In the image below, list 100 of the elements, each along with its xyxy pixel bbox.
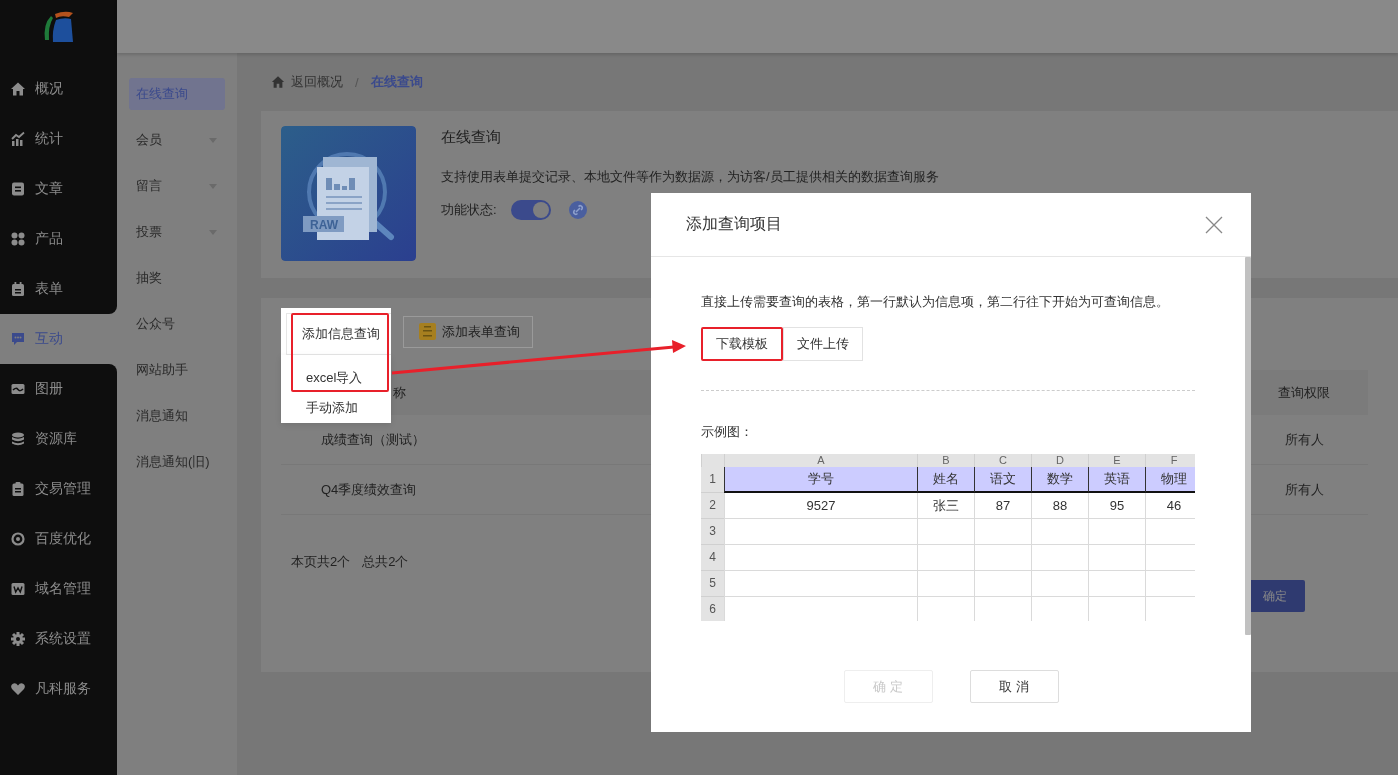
home-icon (271, 75, 285, 89)
sheet-cell (1031, 545, 1088, 571)
sidebar-item[interactable]: 产品 (0, 214, 117, 264)
row-number: 5 (701, 571, 724, 597)
dialog-title: 添加查询项目 (686, 214, 782, 234)
menu-item[interactable]: excel导入 (281, 363, 391, 393)
clipboard-icon (10, 481, 26, 497)
column-letter: E (1088, 454, 1145, 467)
sheet-cell (974, 519, 1031, 545)
subnav-item[interactable]: 会员 (129, 124, 225, 156)
count-text: 本页共2个 (291, 553, 351, 571)
settings-icon (10, 631, 26, 647)
sheet-cell (917, 571, 974, 597)
subnav-item[interactable]: 抽奖 (129, 262, 225, 294)
sheet-cell (1145, 519, 1195, 545)
heart-icon (10, 681, 26, 697)
example-label: 示例图： (701, 423, 754, 439)
table-cell: Q4季度绩效查询 (321, 480, 417, 499)
sidebar-item[interactable]: 资源库 (0, 414, 117, 464)
dialog-button[interactable]: 下载模板 (701, 327, 783, 361)
subnav-item[interactable]: 投票 (129, 216, 225, 248)
sheet-cell (917, 545, 974, 571)
row-number: 2 (701, 493, 724, 519)
tag-label: RAW (310, 218, 338, 232)
add-form-query-button[interactable]: 添加表单查询 (403, 315, 533, 348)
home-icon (10, 81, 26, 97)
scrollbar[interactable] (1245, 257, 1251, 635)
status-toggle[interactable] (510, 200, 551, 220)
database-icon (10, 431, 26, 447)
sheet-cell: 英语 (1088, 467, 1145, 493)
sheet-cell (1031, 571, 1088, 597)
feature-title: 在线查询 (441, 128, 502, 147)
sidebar-item[interactable]: 概况 (0, 64, 117, 114)
sheet-cell (1088, 571, 1145, 597)
sheet-cell (1088, 545, 1145, 571)
breadcrumb-separator: / (355, 74, 359, 90)
column-letter: C (974, 454, 1031, 467)
sheet-cell (1145, 545, 1195, 571)
sidebar-item[interactable]: 域名管理 (0, 564, 117, 614)
sheet-cell (974, 545, 1031, 571)
sheet-cell: 学号 (724, 467, 917, 493)
sheet-cell: 物理 (1145, 467, 1195, 493)
table-cell: 成绩查询（测试） (321, 430, 425, 449)
column-letter: F (1145, 454, 1195, 467)
dialog-footer-button[interactable]: 取 消 (969, 670, 1059, 703)
column-letter: A (724, 454, 917, 467)
sheet-cell: 88 (1031, 493, 1088, 519)
link-icon[interactable] (568, 201, 587, 219)
sheet-cell: 语文 (974, 467, 1031, 493)
menu-item[interactable]: 手动添加 (281, 393, 391, 423)
sheet-cell: 姓名 (917, 467, 974, 493)
sheet-cell (1031, 519, 1088, 545)
status-label: 功能状态: (441, 201, 497, 219)
sheet-cell: 张三 (917, 493, 974, 519)
target-icon (10, 531, 26, 547)
sidebar-item[interactable]: 统计 (0, 114, 117, 164)
chart-icon (10, 131, 26, 147)
sidebar-item[interactable]: 文章 (0, 164, 117, 214)
sidebar-item[interactable]: 表单 (0, 264, 117, 314)
sidebar-item[interactable]: 图册 (0, 364, 117, 414)
sheet-cell (1088, 519, 1145, 545)
instruction-text: 直接上传需要查询的表格，第一行默认为信息项，第二行往下开始为可查询信息。 (701, 293, 1170, 309)
sidebar-item[interactable]: 凡科服务 (0, 664, 117, 714)
calendar-icon (10, 281, 26, 297)
close-icon[interactable] (1205, 215, 1223, 234)
count-text: 总共2个 (362, 553, 409, 571)
column-header: 称 (393, 383, 406, 402)
sidebar-item[interactable]: 百度优化 (0, 514, 117, 564)
row-number: 1 (701, 467, 724, 493)
sheet-cell (917, 519, 974, 545)
row-number: 6 (701, 597, 724, 621)
feature-description: 支持使用表单提交记录、本地文件等作为数据源，为访客/员工提供相关的数据查询服务 (441, 168, 939, 186)
column-header: 查询权限 (1278, 383, 1330, 402)
sheet-cell (1145, 571, 1195, 597)
form-icon (419, 323, 436, 340)
subnav-item[interactable]: 消息通知(旧) (129, 446, 225, 478)
sidebar-item[interactable]: 交易管理 (0, 464, 117, 514)
document-icon (10, 181, 26, 197)
subnav-item[interactable]: 消息通知 (129, 400, 225, 432)
row-number: 4 (701, 545, 724, 571)
badge-icon (10, 581, 26, 597)
subnav-item[interactable]: 留言 (129, 170, 225, 202)
sheet-cell: 数学 (1031, 467, 1088, 493)
sheet-cell (974, 571, 1031, 597)
dialog-button[interactable]: 文件上传 (783, 327, 863, 361)
table-cell: 所有人 (1284, 430, 1324, 449)
sidebar-item[interactable]: 系统设置 (0, 614, 117, 664)
table-cell: 所有人 (1284, 480, 1324, 499)
sheet-cell: 46 (1145, 493, 1195, 519)
grid-icon (10, 231, 26, 247)
sheet-cell: 9527 (724, 493, 917, 519)
chat-icon (10, 331, 26, 347)
sheet-cell: 95 (1088, 493, 1145, 519)
subnav-item[interactable]: 网站助手 (129, 354, 225, 386)
breadcrumb-current: 在线查询 (370, 73, 423, 91)
subnav-item[interactable]: 公众号 (129, 308, 225, 340)
column-letter: B (917, 454, 974, 467)
sheet-corner (701, 454, 724, 467)
column-letter: D (1031, 454, 1088, 467)
add-info-query-button[interactable]: 添加信息查询 (286, 313, 391, 355)
